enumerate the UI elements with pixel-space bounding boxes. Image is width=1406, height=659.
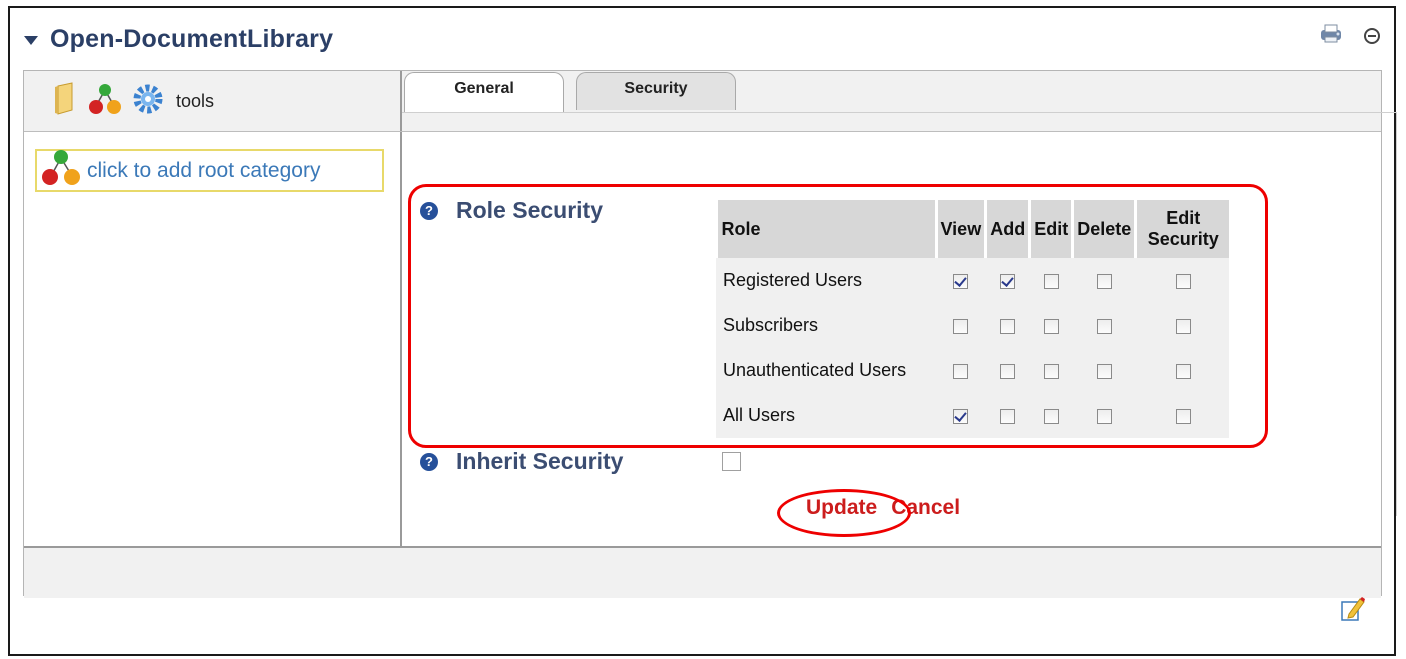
category-sidebar: click to add root category (24, 132, 402, 546)
view-permission-checkbox[interactable] (953, 363, 969, 379)
table-body: Registered Users Subscribers Unauthenticat… (716, 258, 1230, 438)
column-header-edit-security: Edit Security (1134, 200, 1230, 258)
permission-cell (1071, 393, 1136, 438)
table-row: All Users (716, 393, 1230, 438)
delete-permission-checkbox[interactable] (1096, 318, 1112, 334)
edit-permission-checkbox[interactable] (1043, 363, 1059, 379)
form-actions: Update Cancel (806, 496, 960, 520)
permission-cell (934, 393, 986, 438)
category-icon[interactable] (88, 82, 122, 121)
add-permission-checkbox[interactable] (1000, 408, 1016, 424)
settings-icon[interactable] (132, 83, 164, 120)
tab-security[interactable]: Security (576, 72, 736, 110)
column-header-role: Role (717, 200, 936, 258)
help-icon[interactable]: ? (420, 201, 438, 220)
edit-permission-checkbox[interactable] (1043, 408, 1059, 424)
edit-icon[interactable] (1340, 596, 1366, 629)
column-header-delete: Delete (1071, 200, 1136, 258)
help-icon[interactable]: ? (420, 452, 438, 471)
cancel-button[interactable]: Cancel (891, 496, 960, 520)
column-header-edit: Edit (1028, 200, 1073, 258)
table-header-row: Role View Add Edit Delete Edit Security (717, 200, 1230, 258)
permission-cell (984, 348, 1030, 393)
permission-cell (984, 303, 1030, 348)
table-row: Subscribers (716, 303, 1230, 348)
table-row: Unauthenticated Users (716, 348, 1230, 393)
column-header-add: Add (984, 200, 1030, 258)
tools-toolbar: tools (24, 71, 402, 131)
permission-cell (1134, 348, 1230, 393)
add-permission-checkbox[interactable] (1000, 318, 1016, 334)
role-security-heading: ? Role Security (420, 197, 603, 224)
view-permission-checkbox[interactable] (953, 408, 969, 424)
minimize-icon[interactable] (1364, 27, 1380, 44)
table-row: Registered Users (716, 258, 1230, 303)
edit-security-permission-checkbox[interactable] (1175, 318, 1191, 334)
permission-cell (1071, 303, 1136, 348)
category-icon (39, 146, 83, 195)
update-button[interactable]: Update (806, 496, 877, 520)
tools-label[interactable]: tools (176, 91, 214, 112)
module-actions (1318, 22, 1380, 49)
permission-cell (934, 303, 986, 348)
tab-strip: General Security (404, 72, 736, 112)
view-permission-checkbox[interactable] (953, 318, 969, 334)
add-permission-checkbox[interactable] (1000, 273, 1016, 289)
module-title: Open-DocumentLibrary (50, 24, 334, 53)
edit-permission-checkbox[interactable] (1043, 273, 1059, 289)
role-name: Registered Users (716, 258, 936, 303)
delete-permission-checkbox[interactable] (1096, 408, 1112, 424)
inherit-security-heading: ? Inherit Security (420, 448, 623, 475)
edit-security-permission-checkbox[interactable] (1175, 363, 1191, 379)
folder-icon[interactable] (52, 81, 78, 121)
role-security-label: Role Security (456, 197, 603, 223)
permission-cell (1071, 348, 1136, 393)
edit-permission-checkbox[interactable] (1043, 318, 1059, 334)
permission-cell (1134, 303, 1230, 348)
role-permissions-table: Role View Add Edit Delete Edit Security … (716, 200, 1230, 438)
edit-security-permission-checkbox[interactable] (1175, 408, 1191, 424)
tab-general[interactable]: General (404, 72, 564, 112)
inherit-security-checkbox[interactable] (722, 452, 741, 471)
edit-security-permission-checkbox[interactable] (1175, 273, 1191, 289)
add-root-category-label: click to add root category (87, 158, 321, 182)
permission-cell (934, 348, 986, 393)
permission-cell (984, 393, 1030, 438)
column-header-view: View (934, 200, 986, 258)
permission-cell (1071, 258, 1136, 303)
permission-cell (1028, 393, 1073, 438)
delete-permission-checkbox[interactable] (1096, 363, 1112, 379)
permission-cell (1134, 258, 1230, 303)
add-permission-checkbox[interactable] (1000, 363, 1016, 379)
collapse-arrow-icon[interactable] (24, 35, 38, 45)
module-header: Open-DocumentLibrary (24, 22, 333, 56)
permission-cell (1028, 258, 1073, 303)
print-icon[interactable] (1318, 22, 1344, 49)
permission-cell (1028, 348, 1073, 393)
permission-cell (1028, 303, 1073, 348)
view-permission-checkbox[interactable] (953, 273, 969, 289)
role-name: Unauthenticated Users (716, 348, 936, 393)
permission-cell (984, 258, 1030, 303)
role-name: All Users (716, 393, 936, 438)
delete-permission-checkbox[interactable] (1096, 273, 1112, 289)
inherit-security-label: Inherit Security (456, 448, 624, 474)
permission-cell (934, 258, 986, 303)
module-footer (24, 546, 1381, 598)
role-name: Subscribers (716, 303, 936, 348)
permission-cell (1134, 393, 1230, 438)
add-root-category-link[interactable]: click to add root category (35, 149, 384, 192)
